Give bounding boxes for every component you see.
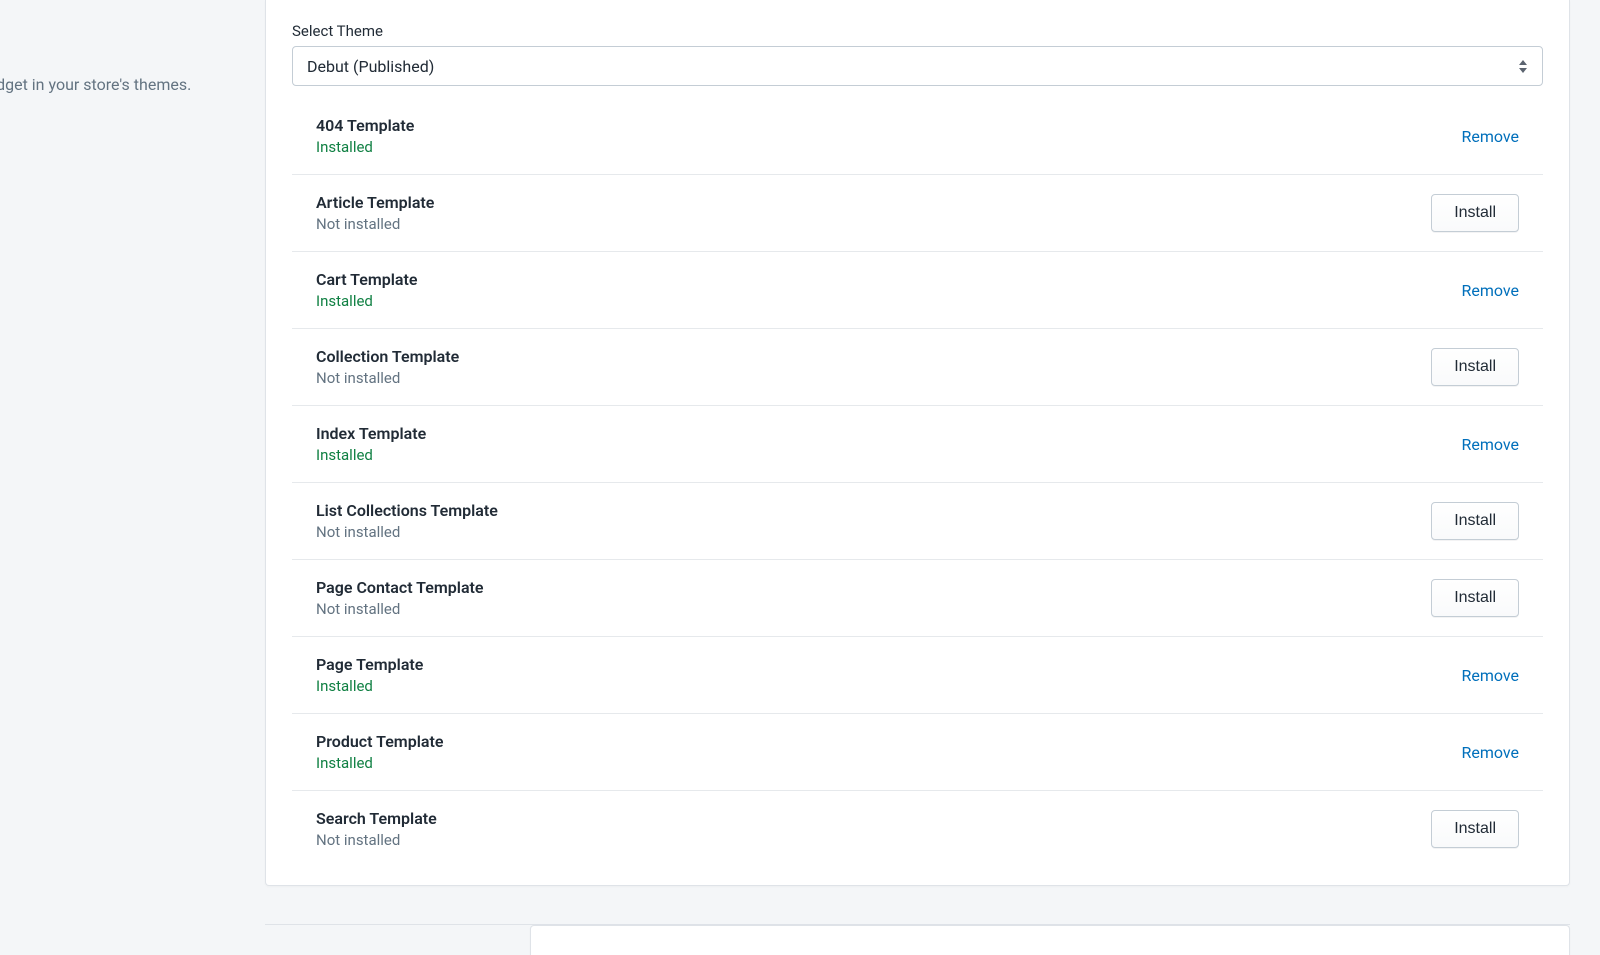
template-name: Article Template (316, 193, 434, 212)
template-status: Installed (316, 677, 423, 695)
template-name: Page Contact Template (316, 578, 484, 597)
template-info: Collection Template Not installed (316, 347, 459, 387)
remove-button[interactable]: Remove (1461, 119, 1519, 154)
sidebar-section: get the recommendations widget in your s… (0, 0, 265, 955)
template-row: Page Template Installed Remove (292, 637, 1543, 714)
install-button[interactable]: Install (1431, 502, 1519, 540)
template-row: Article Template Not installed Install (292, 175, 1543, 252)
next-section-sidebar (85, 925, 530, 955)
next-card (530, 925, 1570, 955)
theme-templates-card: Select Theme Debut (Published) 404 Templ… (265, 0, 1570, 886)
template-name: Search Template (316, 809, 437, 828)
template-row: Collection Template Not installed Install (292, 329, 1543, 406)
template-row: Index Template Installed Remove (292, 406, 1543, 483)
template-info: Product Template Installed (316, 732, 443, 772)
template-row: Product Template Installed Remove (292, 714, 1543, 791)
install-button[interactable]: Install (1431, 579, 1519, 617)
template-info: Search Template Not installed (316, 809, 437, 849)
template-info: Page Template Installed (316, 655, 423, 695)
template-status: Installed (316, 446, 426, 464)
template-info: Page Contact Template Not installed (316, 578, 484, 618)
theme-select-value: Debut (Published) (307, 57, 434, 76)
template-name: Index Template (316, 424, 426, 443)
template-info: Cart Template Installed (316, 270, 418, 310)
template-status: Not installed (316, 523, 498, 541)
theme-select-label: Select Theme (292, 22, 1543, 40)
template-name: List Collections Template (316, 501, 498, 520)
template-status: Not installed (316, 369, 459, 387)
theme-select[interactable]: Debut (Published) (292, 46, 1543, 86)
template-status: Installed (316, 754, 443, 772)
template-row: List Collections Template Not installed In… (292, 483, 1543, 560)
template-status: Not installed (316, 215, 434, 233)
section-title: get (0, 30, 225, 55)
template-status: Installed (316, 138, 414, 156)
template-row: 404 Template Installed Remove (292, 98, 1543, 175)
section-description: the recommendations widget in your store… (0, 73, 225, 97)
template-name: Page Template (316, 655, 423, 674)
install-button[interactable]: Install (1431, 194, 1519, 232)
template-info: 404 Template Installed (316, 116, 414, 156)
template-info: Index Template Installed (316, 424, 426, 464)
remove-button[interactable]: Remove (1461, 735, 1519, 770)
template-name: 404 Template (316, 116, 414, 135)
template-info: Article Template Not installed (316, 193, 434, 233)
remove-button[interactable]: Remove (1461, 273, 1519, 308)
template-row: Page Contact Template Not installed Instal… (292, 560, 1543, 637)
remove-button[interactable]: Remove (1461, 427, 1519, 462)
template-status: Not installed (316, 600, 484, 618)
template-info: List Collections Template Not installed (316, 501, 498, 541)
template-list: 404 Template Installed Remove Article Templ… (292, 98, 1543, 867)
install-button[interactable]: Install (1431, 810, 1519, 848)
template-name: Product Template (316, 732, 443, 751)
template-name: Collection Template (316, 347, 459, 366)
install-button[interactable]: Install (1431, 348, 1519, 386)
remove-button[interactable]: Remove (1461, 658, 1519, 693)
template-row: Search Template Not installed Install (292, 791, 1543, 867)
template-status: Installed (316, 292, 418, 310)
template-status: Not installed (316, 831, 437, 849)
template-name: Cart Template (316, 270, 418, 289)
template-row: Cart Template Installed Remove (292, 252, 1543, 329)
